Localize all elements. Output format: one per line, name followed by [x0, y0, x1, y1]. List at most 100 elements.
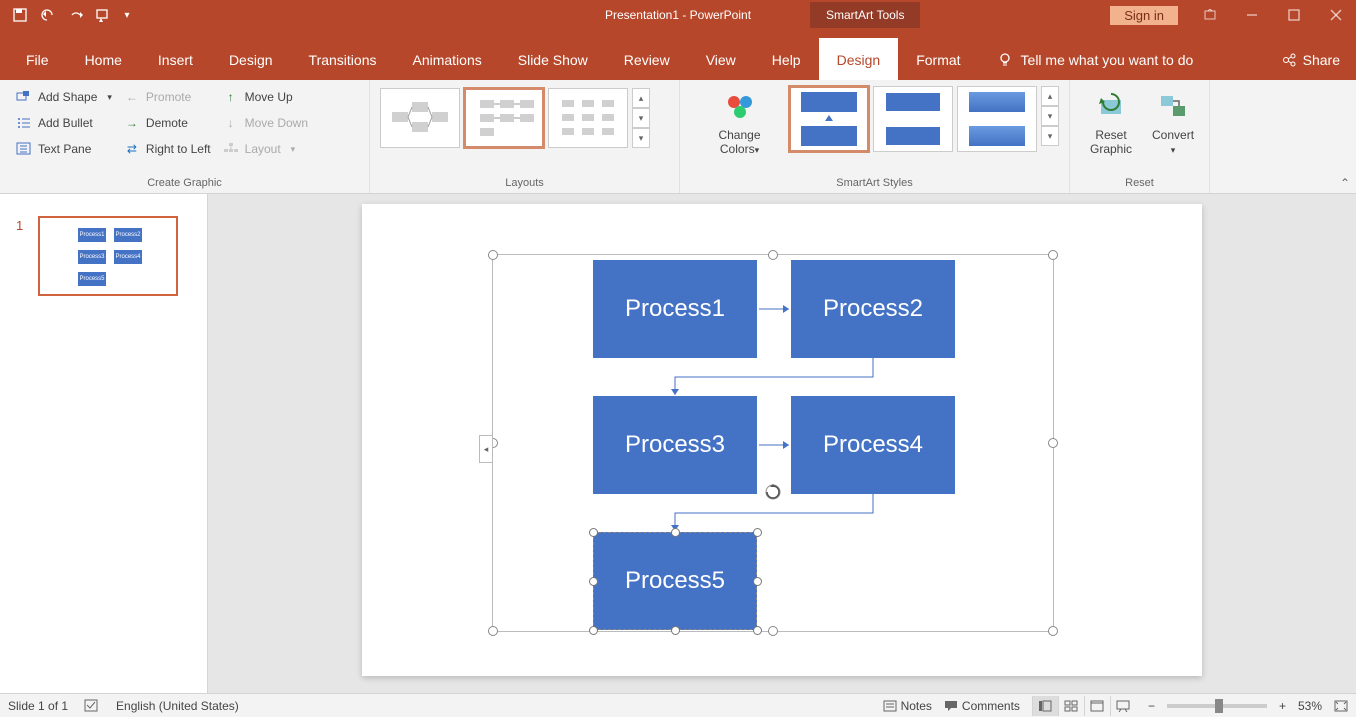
layout-option-3[interactable]	[548, 88, 628, 148]
move-down-button[interactable]: ↓Move Down	[223, 112, 308, 134]
tell-me[interactable]: Tell me what you want to do	[979, 38, 1212, 80]
zoom-slider[interactable]	[1167, 704, 1267, 708]
process-box-1[interactable]: Process1	[593, 260, 757, 358]
convert-button[interactable]: Convert▾	[1142, 84, 1204, 175]
slide-indicator[interactable]: Slide 1 of 1	[8, 699, 68, 713]
language-indicator[interactable]: English (United States)	[116, 699, 239, 713]
slide-thumbnail-1[interactable]: Process1 Process2 Process3 Process4 Proc…	[38, 216, 178, 296]
slide-sorter-button[interactable]	[1058, 696, 1084, 716]
process-box-3[interactable]: Process3	[593, 396, 757, 494]
minimize-button[interactable]	[1232, 2, 1272, 28]
convert-icon	[1157, 90, 1189, 122]
view-buttons	[1032, 696, 1136, 716]
notes-button[interactable]: Notes	[883, 699, 932, 713]
group-layouts: ▴ ▾ ▾ Layouts	[370, 80, 680, 193]
styles-scroll-up[interactable]: ▴	[1041, 86, 1059, 106]
text-pane-icon	[16, 141, 32, 157]
comments-button[interactable]: Comments	[944, 699, 1020, 713]
tab-review[interactable]: Review	[606, 38, 688, 80]
tab-file[interactable]: File	[8, 38, 67, 80]
add-bullet-icon	[16, 115, 32, 131]
zoom-level[interactable]: 53%	[1298, 699, 1322, 713]
layout-option-2[interactable]	[464, 88, 544, 148]
tab-smartart-design[interactable]: Design	[819, 38, 899, 80]
rtl-button[interactable]: ⇄Right to Left	[124, 138, 211, 160]
group-create-graphic: Add Shape▾ Add Bullet Text Pane ←Promote…	[0, 80, 370, 193]
reset-graphic-button[interactable]: Reset Graphic	[1080, 84, 1142, 175]
spellcheck-icon[interactable]	[84, 699, 100, 713]
normal-view-button[interactable]	[1032, 696, 1058, 716]
close-button[interactable]	[1316, 2, 1356, 28]
layout-button[interactable]: Layout▾	[223, 138, 308, 160]
fit-to-window-button[interactable]	[1334, 700, 1348, 712]
reset-icon	[1095, 90, 1127, 122]
slide-thumbnail-panel: 1 Process1 Process2 Process3 Process4 Pr…	[0, 194, 208, 693]
text-pane-button[interactable]: Text Pane	[16, 138, 112, 160]
styles-scroll-down[interactable]: ▾	[1041, 106, 1059, 126]
slideshow-view-button[interactable]	[1110, 696, 1136, 716]
qat-customize-button[interactable]: ▾	[120, 3, 134, 27]
tab-view[interactable]: View	[688, 38, 754, 80]
group-label-styles: SmartArt Styles	[690, 175, 1059, 193]
tab-home[interactable]: Home	[67, 38, 140, 80]
style-option-1[interactable]	[789, 86, 869, 152]
change-colors-icon	[724, 90, 756, 122]
document-title: Presentation1 - PowerPoint	[605, 8, 751, 22]
text-pane-toggle[interactable]: ◂	[479, 435, 493, 463]
start-from-beginning-button[interactable]	[92, 3, 116, 27]
zoom-in-button[interactable]: +	[1279, 699, 1286, 713]
arrow-right-icon: →	[124, 115, 140, 131]
arrow-left-icon: ←	[124, 89, 140, 105]
undo-button[interactable]	[36, 3, 60, 27]
tab-design[interactable]: Design	[211, 38, 291, 80]
layouts-scroll-up[interactable]: ▴	[632, 88, 650, 108]
window-controls: Sign in	[1110, 2, 1356, 28]
move-up-button[interactable]: ↑Move Up	[223, 86, 308, 108]
tab-help[interactable]: Help	[754, 38, 819, 80]
layouts-scroll-down[interactable]: ▾	[632, 108, 650, 128]
slide-number: 1	[16, 218, 23, 233]
signin-button[interactable]: Sign in	[1110, 6, 1178, 25]
maximize-button[interactable]	[1274, 2, 1314, 28]
group-smartart-styles: Change Colors▾ ▴ ▾ ▾ SmartArt Styles	[680, 80, 1070, 193]
group-label-create-graphic: Create Graphic	[10, 175, 359, 193]
redo-button[interactable]	[64, 3, 88, 27]
rtl-icon: ⇄	[124, 141, 140, 157]
demote-button[interactable]: →Demote	[124, 112, 211, 134]
add-shape-button[interactable]: Add Shape▾	[16, 86, 112, 108]
save-button[interactable]	[8, 3, 32, 27]
reading-view-button[interactable]	[1084, 696, 1110, 716]
tab-insert[interactable]: Insert	[140, 38, 211, 80]
contextual-tab-label: SmartArt Tools	[810, 2, 920, 28]
share-icon	[1281, 52, 1297, 68]
tell-me-label: Tell me what you want to do	[1021, 52, 1194, 68]
styles-more-button[interactable]: ▾	[1041, 126, 1059, 146]
tab-slideshow[interactable]: Slide Show	[500, 38, 606, 80]
group-label-reset: Reset	[1080, 175, 1199, 193]
process-box-2[interactable]: Process2	[791, 260, 955, 358]
layouts-more-button[interactable]: ▾	[632, 128, 650, 148]
process-box-4[interactable]: Process4	[791, 396, 955, 494]
rotation-handle[interactable]	[764, 483, 782, 501]
share-button[interactable]: Share	[1281, 52, 1340, 80]
tab-animations[interactable]: Animations	[394, 38, 499, 80]
slide-canvas[interactable]: ◂ Process1 Process2 Process3 Process4 Pr…	[362, 204, 1202, 676]
lightbulb-icon	[997, 52, 1013, 68]
ribbon-options-button[interactable]	[1190, 2, 1230, 28]
zoom-out-button[interactable]: −	[1148, 699, 1155, 713]
tab-format[interactable]: Format	[898, 38, 978, 80]
arrow-up-icon: ↑	[223, 89, 239, 105]
collapse-ribbon-button[interactable]: ⌃	[1340, 176, 1350, 190]
tab-transitions[interactable]: Transitions	[291, 38, 395, 80]
change-colors-button[interactable]: Change Colors▾	[690, 84, 789, 175]
add-bullet-button[interactable]: Add Bullet	[16, 112, 112, 134]
layout-option-1[interactable]	[380, 88, 460, 148]
style-option-3[interactable]	[957, 86, 1037, 152]
process-box-5[interactable]: Process5	[593, 532, 757, 630]
layout-icon	[223, 141, 239, 157]
arrow-down-icon: ↓	[223, 115, 239, 131]
style-option-2[interactable]	[873, 86, 953, 152]
smartart-selection-frame[interactable]: ◂ Process1 Process2 Process3 Process4 Pr…	[492, 254, 1054, 632]
promote-button[interactable]: ←Promote	[124, 86, 211, 108]
add-shape-icon	[16, 89, 32, 105]
